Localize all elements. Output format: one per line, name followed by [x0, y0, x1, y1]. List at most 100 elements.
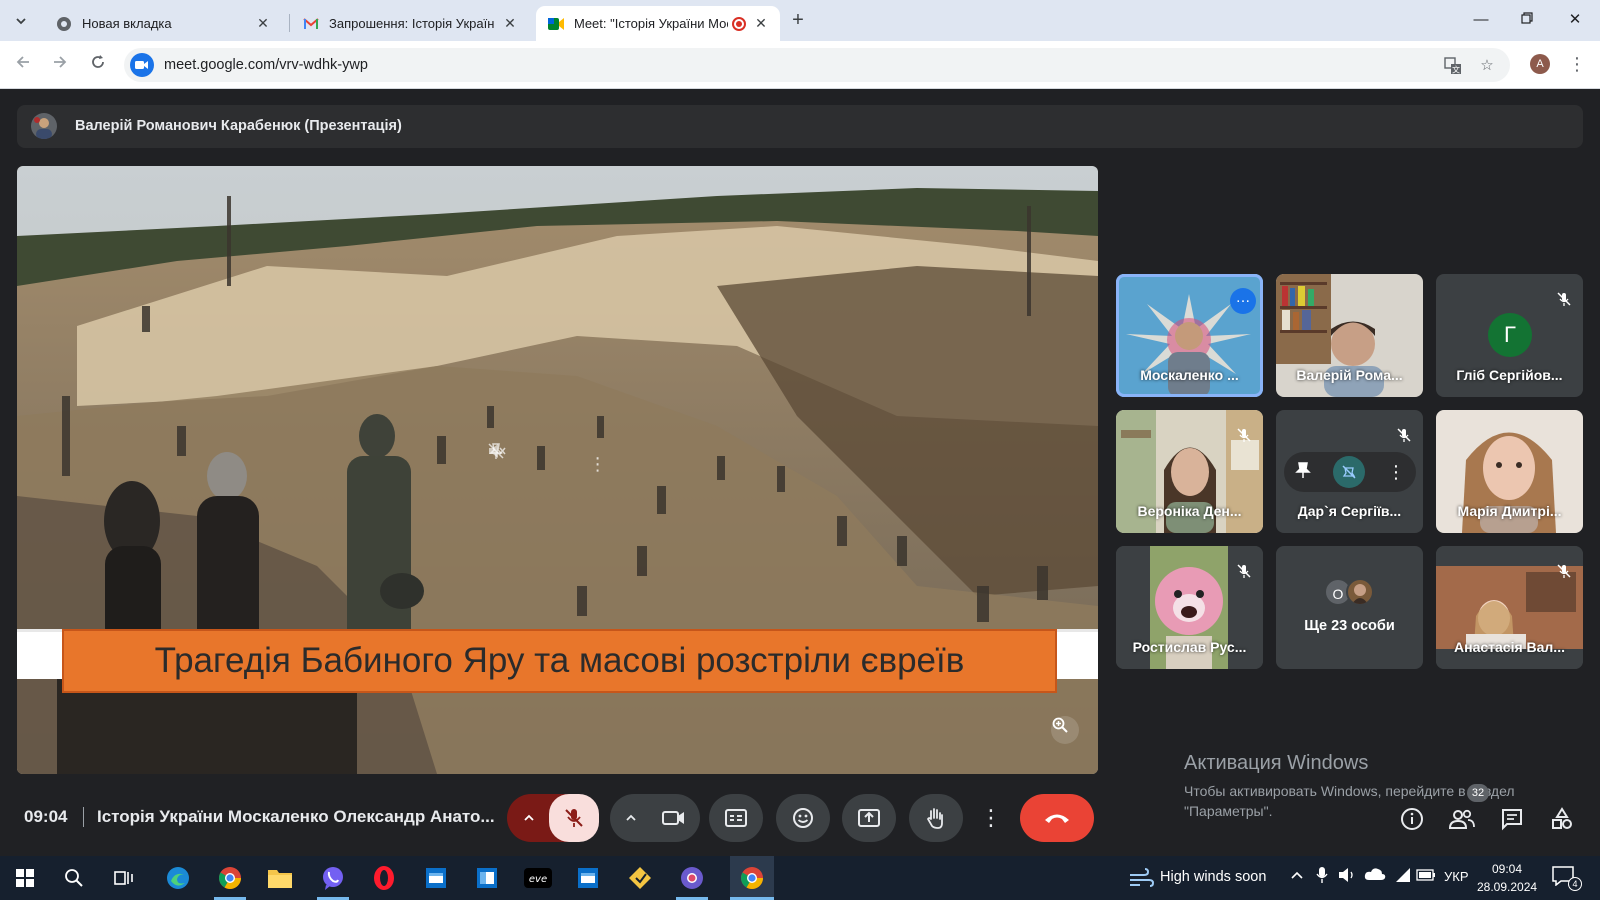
taskbar-app[interactable]	[214, 862, 246, 894]
taskbar-clock-date[interactable]: 28.09.2024	[1477, 880, 1537, 894]
taskbar-app[interactable]	[368, 862, 400, 894]
tray-overflow-button[interactable]	[1290, 868, 1304, 883]
url-text: meet.google.com/vrv-wdhk-ywp	[164, 57, 368, 73]
participant-name: Дар`я Сергіїв...	[1297, 503, 1402, 519]
search-button[interactable]	[58, 862, 90, 894]
participant-name: Марія Дмитрі...	[1457, 503, 1562, 519]
people-button[interactable]	[1448, 805, 1476, 833]
more-options-button[interactable]: ⋮	[976, 794, 1006, 842]
battery-icon	[1416, 869, 1435, 881]
forward-button[interactable]	[48, 53, 72, 77]
battery-tray-icon[interactable]	[1416, 869, 1436, 884]
task-view-button[interactable]	[108, 862, 140, 894]
edge-icon	[167, 867, 189, 889]
meeting-details-button[interactable]	[1398, 805, 1426, 833]
close-icon[interactable]: ✕	[752, 15, 770, 32]
onedrive-tray-icon[interactable]	[1364, 867, 1386, 884]
tab-title: Новая вкладка	[82, 16, 172, 31]
taskbar-app[interactable]: eve	[522, 862, 554, 894]
participant-tile[interactable]: Анастасія Вал...	[1436, 546, 1583, 669]
more-options-button[interactable]: …	[1230, 288, 1256, 314]
zoom-button[interactable]	[1051, 716, 1079, 744]
meeting-title: Історія України Москаленко Олександр Ана…	[97, 807, 495, 826]
activation-watermark-title: Активация Windows	[1184, 752, 1369, 774]
site-info-icon[interactable]	[130, 53, 154, 77]
volume-tray-icon[interactable]	[1338, 867, 1356, 886]
participant-tile[interactable]: Валерій Рома...	[1276, 274, 1423, 397]
participant-tile[interactable]: Ростислав Рус...	[1116, 546, 1263, 669]
video-settings-button[interactable]	[620, 794, 642, 842]
activities-icon	[1552, 807, 1572, 829]
participant-tile[interactable]: … Москаленко ...	[1116, 274, 1263, 397]
tab-gmail[interactable]: Запрошення: Історія України М ✕	[291, 6, 529, 41]
meeting-clock: 09:04	[24, 807, 68, 826]
participant-tile[interactable]: Г Гліб Сергійов...	[1436, 274, 1583, 397]
weather-widget[interactable]: High winds soon	[1128, 862, 1278, 894]
close-icon[interactable]: ✕	[254, 15, 272, 32]
profile-avatar[interactable]: A	[1530, 54, 1550, 74]
mute-for-everyone-icon[interactable]	[1333, 456, 1365, 488]
reload-button[interactable]	[86, 53, 110, 77]
leave-call-button[interactable]	[1020, 794, 1094, 842]
back-button[interactable]	[11, 53, 35, 77]
taskbar-clock-time[interactable]: 09:04	[1477, 862, 1537, 876]
taskbar-app[interactable]	[264, 862, 296, 894]
activities-button[interactable]	[1548, 805, 1576, 833]
captions-button[interactable]	[709, 794, 763, 842]
tab-meet[interactable]: Meet: "Історія України Мос ✕	[536, 6, 780, 41]
bookmark-star-icon[interactable]: ☆	[1478, 57, 1496, 75]
more-options-icon[interactable]: ⋮	[1387, 462, 1405, 483]
chevron-down-icon	[16, 18, 26, 25]
chrome-icon	[56, 16, 72, 32]
minimize-button[interactable]: —	[1466, 8, 1496, 32]
search-icon	[65, 869, 83, 887]
microphone-control	[507, 794, 599, 842]
taskbar-app[interactable]	[624, 862, 656, 894]
reactions-button[interactable]	[776, 794, 830, 842]
restore-button[interactable]	[1512, 8, 1542, 32]
audio-settings-button[interactable]	[515, 794, 543, 842]
participant-tile[interactable]: Марія Дмитрі...	[1436, 410, 1583, 533]
network-tray-icon[interactable]	[1394, 867, 1412, 886]
presenter-name: Валерій Романович Карабенюк (Презентація…	[75, 118, 402, 134]
taskbar-app[interactable]	[471, 862, 503, 894]
divider	[83, 807, 84, 827]
camera-control	[610, 794, 700, 842]
pin-icon[interactable]	[1295, 461, 1311, 484]
taskbar-app[interactable]	[420, 862, 452, 894]
participant-tile[interactable]: ⋮ Дар`я Сергіїв...	[1276, 410, 1423, 533]
tab-search-button[interactable]	[8, 8, 34, 34]
browser-menu-button[interactable]: ⋮	[1568, 53, 1586, 75]
taskbar-app[interactable]	[676, 862, 708, 894]
more-participants-tile[interactable]: О Ще 23 особи	[1276, 546, 1423, 669]
people-icon	[1449, 809, 1475, 829]
taskbar-app-active[interactable]	[736, 862, 768, 894]
participant-tile[interactable]: Вероніка Ден...	[1116, 410, 1263, 533]
microphone-tray-icon[interactable]	[1316, 866, 1328, 887]
start-button[interactable]	[9, 862, 41, 894]
camera-toggle-button[interactable]	[650, 794, 698, 842]
participant-name: Гліб Сергійов...	[1456, 367, 1563, 383]
taskbar-app[interactable]	[317, 862, 349, 894]
recording-icon	[732, 16, 746, 31]
input-language-indicator[interactable]: УКР	[1444, 869, 1469, 884]
avatar: Г	[1488, 313, 1532, 357]
omnibox[interactable]: meet.google.com/vrv-wdhk-ywp 文 ☆	[124, 48, 1510, 82]
taskbar-app[interactable]	[572, 862, 604, 894]
microphone-toggle-button[interactable]	[549, 794, 599, 842]
present-screen-button[interactable]	[842, 794, 896, 842]
tab-new-tab[interactable]: Новая вкладка ✕	[44, 6, 282, 41]
close-window-button[interactable]: ✕	[1560, 8, 1590, 32]
more-options-icon[interactable]: ⋮	[589, 454, 607, 475]
presentation-stage[interactable]: ⋮ Трагедія Бабиного Яру та масові розстр…	[17, 166, 1098, 774]
new-tab-button[interactable]: +	[786, 9, 810, 33]
weather-text: High winds soon	[1160, 869, 1267, 885]
meet-icon	[548, 16, 564, 32]
taskbar-app[interactable]	[162, 862, 194, 894]
raise-hand-button[interactable]	[909, 794, 963, 842]
close-icon[interactable]: ✕	[501, 15, 519, 32]
chat-button[interactable]	[1498, 805, 1526, 833]
mic-off-icon	[565, 809, 583, 827]
translate-icon[interactable]: 文	[1444, 57, 1462, 75]
notification-center-button[interactable]: 4	[1552, 866, 1582, 892]
